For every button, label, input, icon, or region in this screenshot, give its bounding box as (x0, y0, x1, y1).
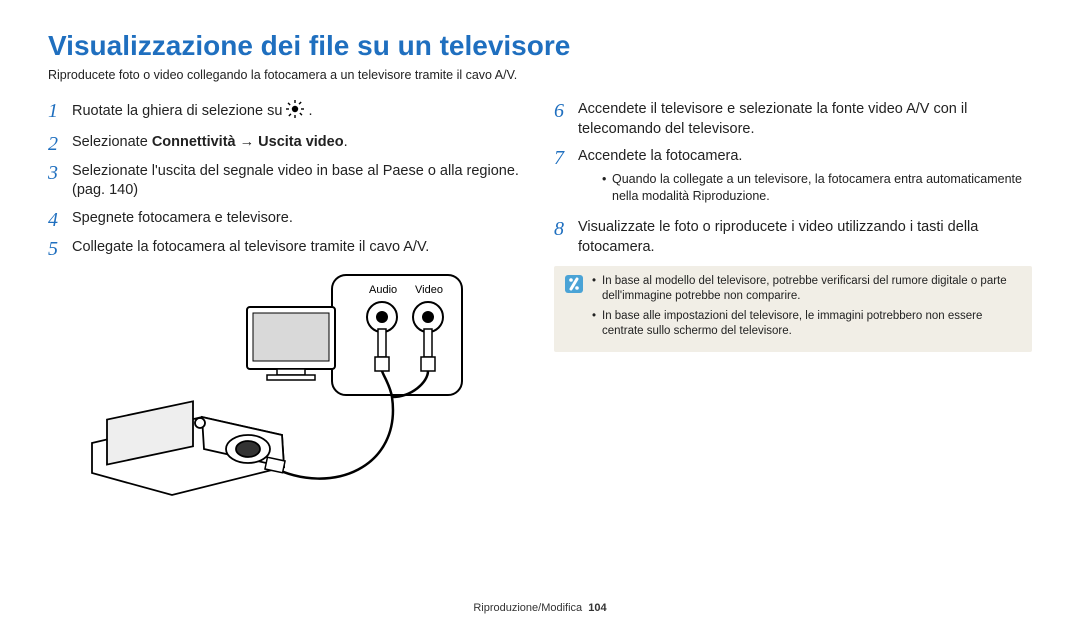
step-1: Ruotate la ghiera di selezione su (48, 100, 526, 125)
menu-path-2: Uscita video (258, 134, 343, 150)
menu-path-1: Connettività (152, 134, 236, 150)
step-3: Selezionate l'uscita del segnale video i… (48, 162, 526, 201)
step-8: Visualizzate le foto o riproducete i vid… (554, 218, 1032, 257)
step-text: . (308, 103, 312, 119)
page-subtitle: Riproducete foto o video collegando la f… (48, 68, 1032, 82)
steps-list-right: Accendete il televisore e selezionate la… (554, 100, 1032, 258)
step-text: Accendete il televisore e selezionate la… (578, 100, 1032, 139)
arrow-separator: → (236, 134, 259, 150)
step-text: Spegnete fotocamera e televisore. (72, 209, 526, 229)
steps-list-left: Ruotate la ghiera di selezione su (48, 100, 526, 259)
step-text: Selezionate l'uscita del segnale video i… (72, 162, 526, 201)
page-footer: Riproduzione/Modifica 104 (0, 602, 1080, 614)
step-7: Accendete la fotocamera. Quando la colle… (554, 147, 1032, 210)
step-text: Collegate la fotocamera al televisore tr… (72, 238, 526, 258)
note-item: In base al modello del televisore, potre… (592, 274, 1022, 305)
note-box: In base al modello del televisore, potre… (554, 266, 1032, 352)
step-4: Spegnete fotocamera e televisore. (48, 209, 526, 230)
info-icon (564, 274, 584, 344)
step-text: . (344, 134, 348, 150)
footer-page-number: 104 (588, 602, 606, 614)
step-text: Accendete la fotocamera. (578, 148, 742, 164)
sub-note: Quando la collegate a un televisore, la … (602, 171, 1032, 205)
note-list: In base al modello del televisore, potre… (592, 274, 1022, 344)
step-text: Visualizzate le foto o riproducete i vid… (578, 218, 1032, 257)
step-2: Selezionate Connettività → Uscita video. (48, 133, 526, 154)
settings-dial-icon (286, 100, 304, 125)
audio-label: Audio (369, 284, 397, 296)
content-columns: Ruotate la ghiera di selezione su (48, 100, 1032, 502)
footer-section: Riproduzione/Modifica (473, 602, 582, 614)
step-6: Accendete il televisore e selezionate la… (554, 100, 1032, 139)
right-column: Accendete il televisore e selezionate la… (554, 100, 1032, 502)
step-5: Collegate la fotocamera al televisore tr… (48, 238, 526, 259)
connection-diagram: Audio Video (72, 267, 526, 502)
step-text: Ruotate la ghiera di selezione su (72, 103, 286, 119)
video-label: Video (415, 284, 443, 296)
step-text: Selezionate (72, 134, 152, 150)
page-title: Visualizzazione dei file su un televisor… (48, 30, 1032, 62)
step-7-notes: Quando la collegate a un televisore, la … (602, 171, 1032, 205)
note-item: In base alle impostazioni del televisore… (592, 309, 1022, 340)
manual-page: Visualizzazione dei file su un televisor… (0, 0, 1080, 630)
left-column: Ruotate la ghiera di selezione su (48, 100, 526, 502)
